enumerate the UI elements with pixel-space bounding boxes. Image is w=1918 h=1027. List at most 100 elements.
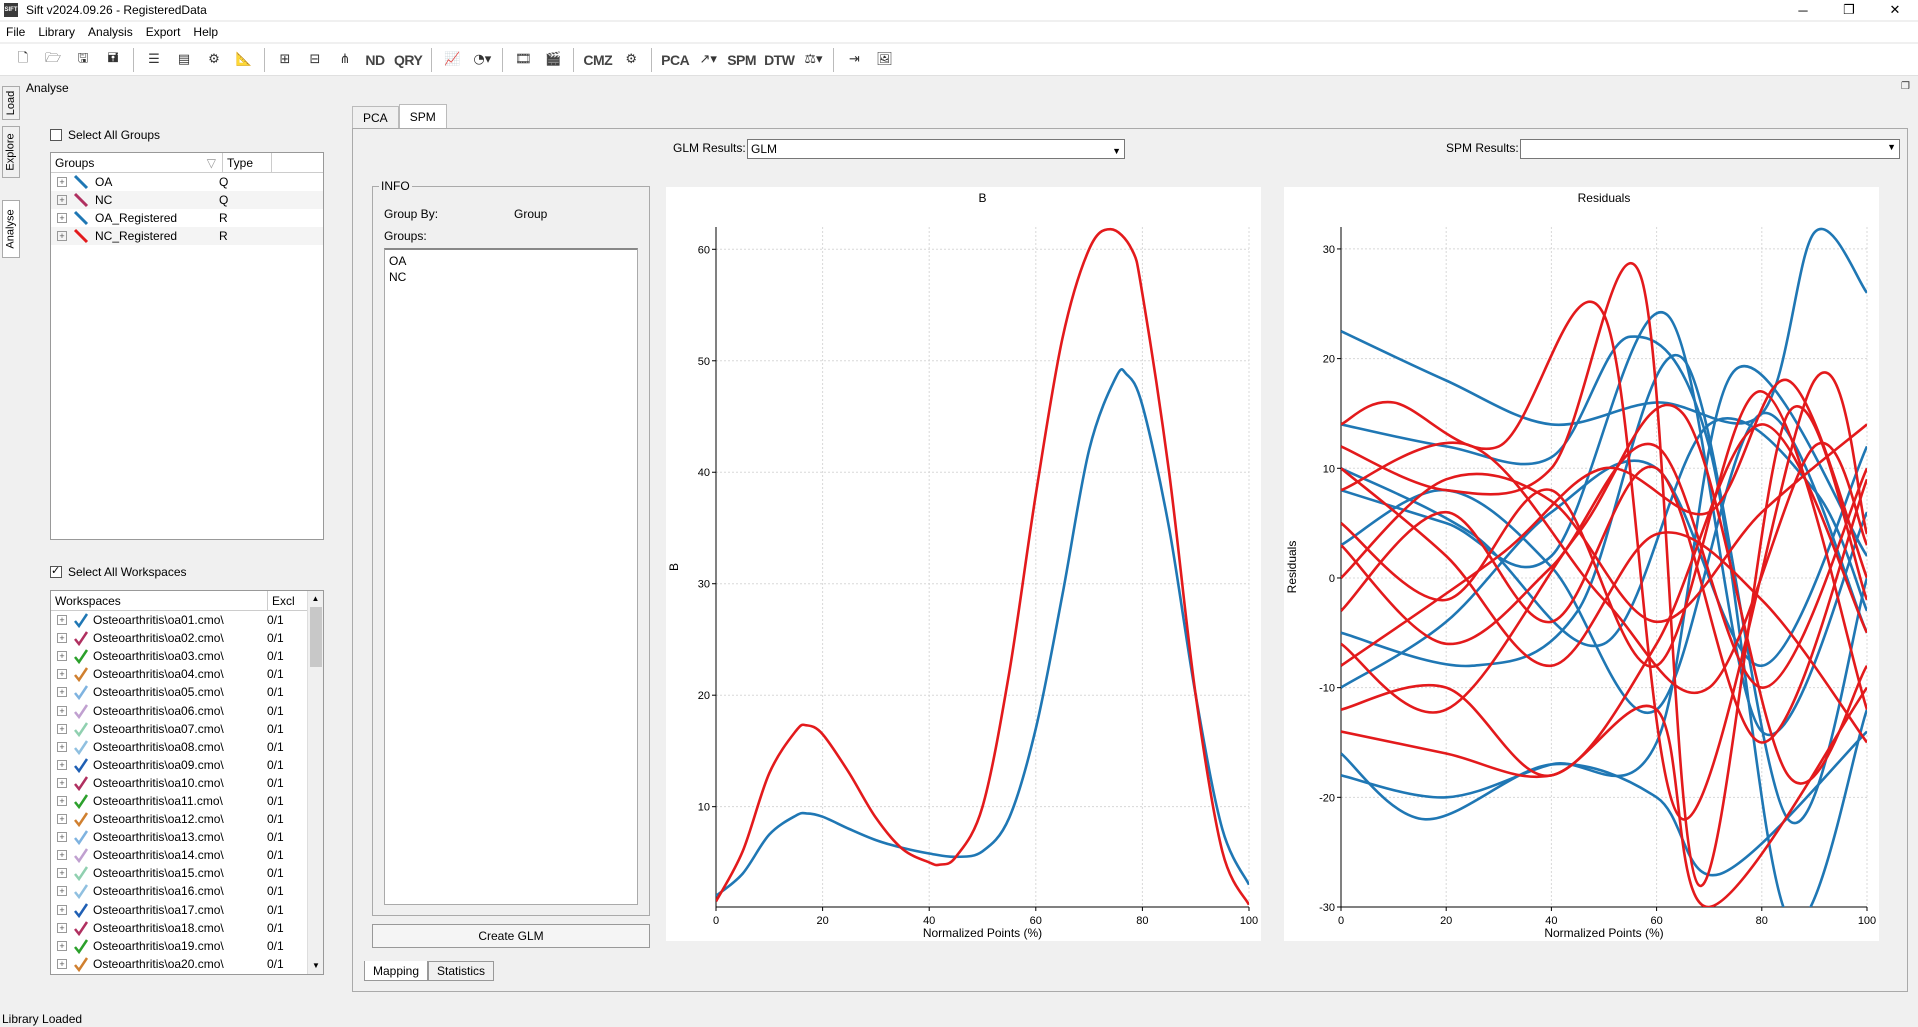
expand-icon[interactable]: + (57, 615, 67, 626)
groups-list[interactable]: OA NC (384, 248, 638, 905)
expand-icon[interactable]: + (57, 886, 67, 897)
workspace-row[interactable]: + Osteoarthritis\oa01.cmo\ 0/1 (51, 611, 323, 629)
open-folder-icon[interactable]: 🗁 (40, 47, 66, 73)
group-row[interactable]: + NC Q (51, 191, 323, 209)
expand-icon[interactable]: + (57, 177, 67, 187)
expand-icon[interactable]: + (57, 850, 67, 861)
checkmark-icon[interactable] (73, 793, 89, 809)
save-icon[interactable]: 🖫 (70, 47, 96, 73)
menu-file[interactable]: File (6, 25, 25, 39)
checkmark-icon[interactable] (73, 956, 89, 972)
checkmark-icon[interactable] (73, 902, 89, 918)
expand-icon[interactable]: + (57, 868, 67, 879)
expand-icon[interactable]: + (57, 705, 67, 716)
close-icon[interactable]: ✕ (1872, 0, 1918, 20)
list-item[interactable]: OA (389, 254, 633, 270)
workspace-row[interactable]: + Osteoarthritis\oa17.cmo\ 0/1 (51, 901, 323, 919)
workspace-row[interactable]: + Osteoarthritis\oa07.cmo\ 0/1 (51, 720, 323, 738)
line-chart-icon[interactable]: 📈 (439, 47, 465, 73)
qry-button[interactable]: QRY (392, 47, 424, 73)
checkmark-icon[interactable] (73, 920, 89, 936)
workspace-row[interactable]: + Osteoarthritis\oa06.cmo\ 0/1 (51, 701, 323, 719)
checkmark-icon[interactable] (73, 630, 89, 647)
checkmark-icon[interactable] (73, 938, 89, 954)
checkmark-icon[interactable] (73, 684, 89, 701)
checkmark-icon[interactable] (73, 811, 89, 828)
group-row[interactable]: + OA_Registered R (51, 209, 323, 227)
select-all-workspaces-checkbox[interactable] (50, 564, 62, 578)
workspace-row[interactable]: + Osteoarthritis\oa04.cmo\ 0/1 (51, 665, 323, 683)
expand-icon[interactable]: + (57, 741, 67, 752)
gear-settings-icon[interactable]: ⚙ (201, 47, 227, 73)
workspace-row[interactable]: + Osteoarthritis\oa12.cmo\ 0/1 (51, 810, 323, 828)
select-all-workspaces[interactable]: Select All Workspaces (50, 564, 187, 579)
checkmark-icon[interactable] (73, 757, 89, 773)
menu-library[interactable]: Library (38, 25, 75, 39)
workspace-row[interactable]: + Osteoarthritis\oa08.cmo\ 0/1 (51, 738, 323, 756)
menu-export[interactable]: Export (146, 25, 181, 39)
tab-pca[interactable]: PCA (352, 106, 399, 128)
checkmark-icon[interactable] (73, 883, 89, 900)
checkmark-icon[interactable] (73, 847, 89, 864)
checkmark-icon[interactable] (73, 721, 89, 737)
create-glm-button[interactable]: Create GLM (372, 924, 650, 948)
workspace-row[interactable]: + Osteoarthritis\oa03.cmo\ 0/1 (51, 647, 323, 665)
undock-icon[interactable]: ❐ (1901, 81, 1910, 92)
expand-icon[interactable]: + (57, 213, 67, 223)
sidetab-explore[interactable]: Explore (2, 126, 20, 178)
checkmark-icon[interactable] (73, 739, 89, 755)
expand-icon[interactable]: + (57, 922, 67, 933)
spm-results-select[interactable]: ▼ (1520, 139, 1900, 159)
workspace-row[interactable]: + Osteoarthritis\oa19.cmo\ 0/1 (51, 937, 323, 955)
hierarchy-icon[interactable]: ⋔ (332, 47, 358, 73)
cogs-icon[interactable]: ⚙ (618, 47, 644, 73)
report-icon[interactable]: ▤ (171, 47, 197, 73)
select-all-groups[interactable]: Select All Groups (50, 128, 160, 142)
tab-spm[interactable]: SPM (398, 104, 447, 128)
tab-mapping[interactable]: Mapping (364, 961, 429, 981)
workspace-row[interactable]: + Osteoarthritis\oa20.cmo\ 0/1 (51, 955, 323, 973)
menu-analysis[interactable]: Analysis (88, 25, 133, 39)
workspace-row[interactable]: + Osteoarthritis\oa16.cmo\ 0/1 (51, 882, 323, 900)
balance-dropdown-icon[interactable]: ⚖▾ (800, 47, 826, 73)
workspace-row[interactable]: + Osteoarthritis\oa05.cmo\ 0/1 (51, 683, 323, 701)
expand-icon[interactable]: + (57, 958, 67, 969)
pca-button[interactable]: PCA (659, 47, 691, 73)
menu-help[interactable]: Help (193, 25, 218, 39)
type-column-header[interactable]: Type (223, 153, 272, 172)
chart-dropdown-icon[interactable]: ◔▾ (469, 47, 495, 73)
checkmark-icon[interactable] (73, 865, 89, 882)
checkmark-icon[interactable] (73, 648, 89, 665)
excl-column-header[interactable]: Excl (268, 591, 307, 610)
dtw-button[interactable]: DTW (762, 47, 796, 73)
workspace-row[interactable]: + Osteoarthritis\oa09.cmo\ 0/1 (51, 756, 323, 774)
workspaces-scrollbar[interactable]: ▲ ▼ (307, 591, 323, 974)
settings-sliders-icon[interactable]: ☰ (141, 47, 167, 73)
maximize-icon[interactable]: ❐ (1826, 0, 1872, 20)
group-row[interactable]: + NC_Registered R (51, 227, 323, 245)
workspace-row[interactable]: + Osteoarthritis\oa10.cmo\ 0/1 (51, 774, 323, 792)
expand-icon[interactable]: + (57, 777, 67, 788)
export-icon[interactable]: ⇥ (841, 47, 867, 73)
save-as-icon[interactable]: 🖬 (100, 47, 126, 73)
scroll-down-icon[interactable]: ▼ (308, 958, 323, 974)
checkmark-icon[interactable] (73, 829, 89, 846)
expand-icon[interactable]: + (57, 669, 67, 680)
minimize-icon[interactable]: ─ (1780, 0, 1826, 20)
expand-icon[interactable]: + (57, 904, 67, 915)
sidetab-load[interactable]: Load (2, 86, 20, 120)
checkmark-icon[interactable] (73, 666, 89, 683)
list-item[interactable]: NC (389, 270, 633, 286)
tab-statistics[interactable]: Statistics (428, 961, 495, 981)
sidetab-analyse[interactable]: Analyse (2, 200, 20, 258)
workspaces-column-header[interactable]: Workspaces (51, 591, 268, 610)
expand-icon[interactable]: + (57, 814, 67, 825)
tree-view-icon[interactable]: ⊞ (272, 47, 298, 73)
workspace-row[interactable]: + Osteoarthritis\oa02.cmo\ 0/1 (51, 629, 323, 647)
spm-button[interactable]: SPM (725, 47, 758, 73)
checkmark-icon[interactable] (73, 612, 89, 629)
new-file-icon[interactable]: 🗋 (10, 47, 36, 73)
expand-icon[interactable]: + (57, 723, 67, 734)
expand-icon[interactable]: + (57, 795, 67, 806)
tree-edit-icon[interactable]: ⊟ (302, 47, 328, 73)
